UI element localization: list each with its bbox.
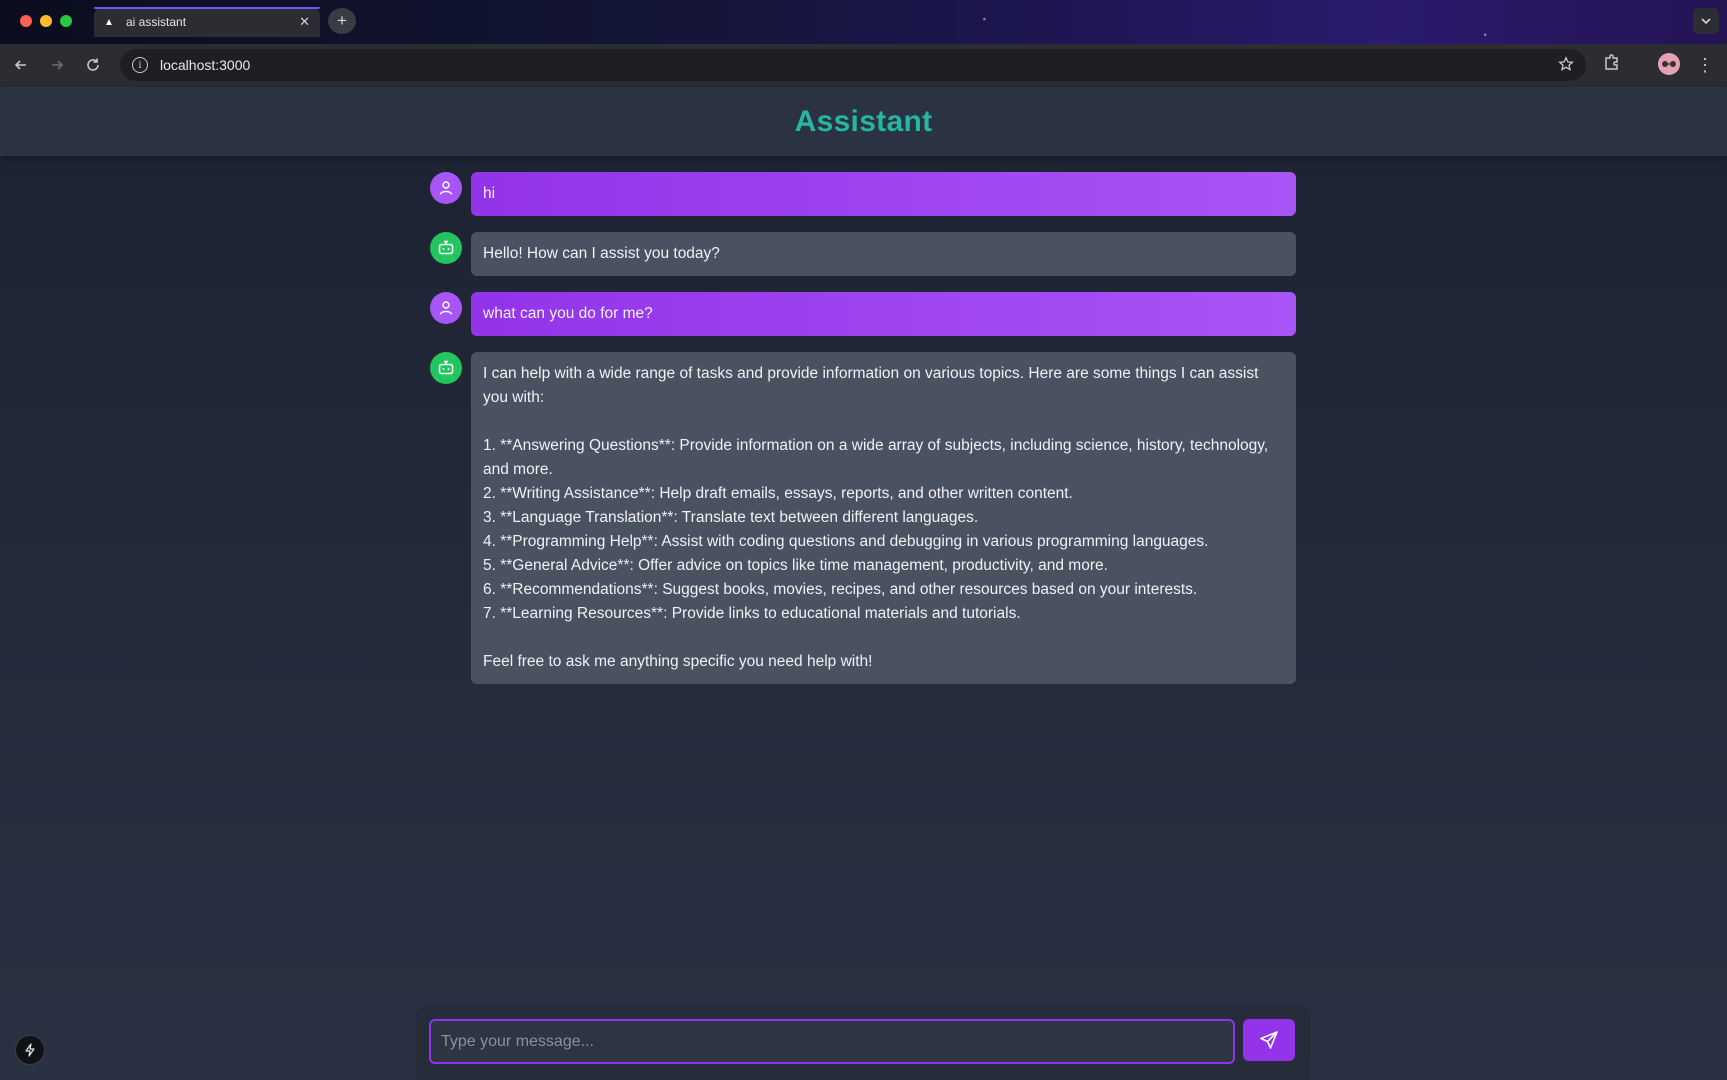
- chevron-down-icon: [1701, 18, 1711, 25]
- reload-button[interactable]: [80, 52, 106, 78]
- minimize-window-button[interactable]: [40, 15, 52, 27]
- tab-title: ai assistant: [126, 15, 187, 29]
- message-assistant: Hello! How can I assist you today?: [430, 232, 1296, 276]
- browser-chrome: ▲ ai assistant ✕ + i localhost:3000 ⋮: [0, 0, 1727, 87]
- tab-close-icon[interactable]: ✕: [299, 14, 310, 30]
- profile-avatar[interactable]: [1658, 53, 1680, 75]
- bot-avatar: [430, 232, 462, 264]
- app-header: Assistant: [0, 87, 1727, 156]
- message-composer: [416, 1006, 1310, 1080]
- user-icon: [439, 181, 453, 195]
- assistant-message-bubble: Hello! How can I assist you today?: [471, 232, 1296, 276]
- message-user: what can you do for me?: [430, 292, 1296, 336]
- tab-accent-bar: [94, 7, 320, 9]
- profile-glasses-icon: [1662, 61, 1676, 67]
- user-icon: [439, 301, 453, 315]
- browser-menu-icon[interactable]: ⋮: [1696, 52, 1714, 78]
- new-tab-button[interactable]: +: [328, 8, 356, 34]
- url-text: localhost:3000: [160, 57, 251, 73]
- page-title: Assistant: [794, 104, 933, 138]
- user-message-bubble: what can you do for me?: [471, 292, 1296, 336]
- tab-search-button[interactable]: [1693, 8, 1719, 34]
- bot-avatar: [430, 352, 462, 384]
- arrow-left-icon: [14, 60, 26, 70]
- browser-tab[interactable]: ▲ ai assistant ✕: [94, 7, 320, 37]
- send-icon: [1260, 1031, 1278, 1049]
- user-avatar: [430, 172, 462, 204]
- zoom-window-button[interactable]: [60, 15, 72, 27]
- bookmark-star-icon[interactable]: [1558, 56, 1574, 75]
- bot-icon: [438, 240, 454, 255]
- bot-icon: [438, 360, 454, 375]
- address-bar[interactable]: i localhost:3000: [120, 49, 1586, 81]
- message-thread: hi Hello! How can I assist you today? wh…: [430, 172, 1296, 700]
- lightning-bolt-icon: [25, 1043, 35, 1057]
- arrow-right-icon: [52, 60, 64, 70]
- extensions-puzzle-icon[interactable]: [1602, 52, 1622, 77]
- user-avatar: [430, 292, 462, 324]
- chat-app: Assistant hi Hello! How can I assist you…: [0, 87, 1727, 1080]
- message-user: hi: [430, 172, 1296, 216]
- dev-tools-button[interactable]: [15, 1035, 45, 1065]
- message-input[interactable]: [429, 1019, 1235, 1064]
- browser-toolbar: i localhost:3000 ⋮: [0, 44, 1727, 87]
- site-info-icon[interactable]: i: [132, 57, 148, 73]
- send-button[interactable]: [1243, 1019, 1295, 1061]
- tab-favicon-icon: ▲: [104, 16, 114, 28]
- message-assistant: I can help with a wide range of tasks an…: [430, 352, 1296, 684]
- close-window-button[interactable]: [20, 15, 32, 27]
- user-message-bubble: hi: [471, 172, 1296, 216]
- reload-icon: [87, 58, 99, 71]
- back-button[interactable]: [8, 52, 34, 78]
- assistant-message-bubble: I can help with a wide range of tasks an…: [471, 352, 1296, 684]
- forward-button[interactable]: [44, 52, 70, 78]
